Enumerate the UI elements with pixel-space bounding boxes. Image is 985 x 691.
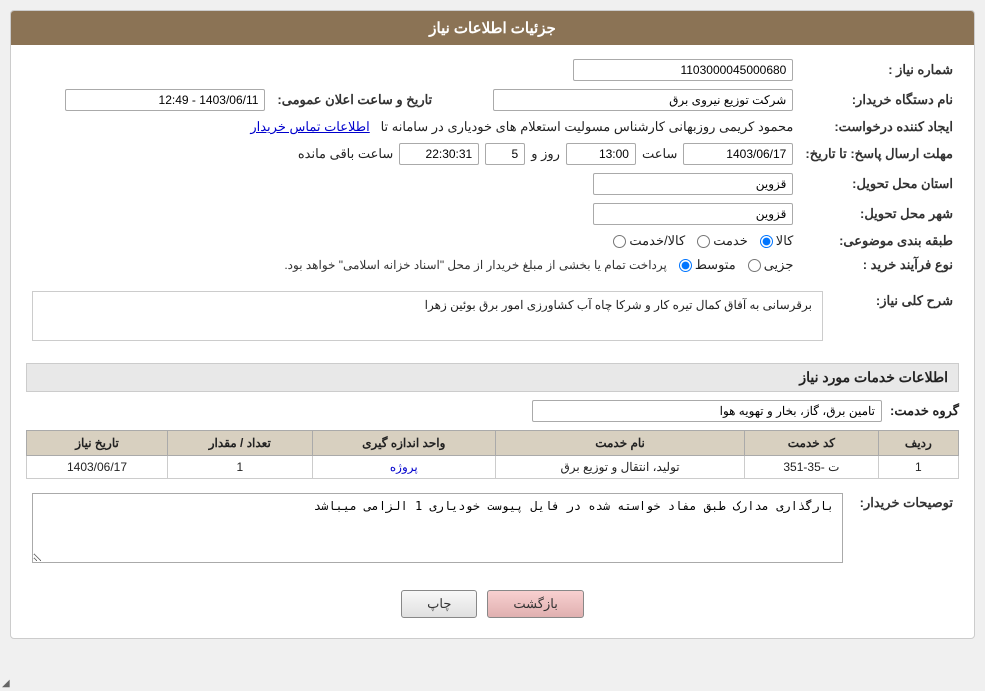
radio-kala[interactable] — [760, 235, 773, 248]
namDastgah-input[interactable] — [493, 89, 793, 111]
shahr-input[interactable] — [593, 203, 793, 225]
col-radif: ردیف — [878, 431, 958, 456]
namDastgah-label: نام دستگاه خریدار: — [799, 85, 959, 115]
tarikhAelan-label: تاریخ و ساعت اعلان عمومی: — [271, 85, 438, 115]
tosifKharidar-textarea[interactable] — [32, 493, 843, 563]
col-kod: کد خدمت — [745, 431, 879, 456]
mohlat-baqi-label: ساعت باقی مانده — [298, 146, 393, 162]
mohlat-baqi-input[interactable] — [399, 143, 479, 165]
radio-motavasset-label: متوسط — [695, 257, 736, 273]
col-tarikh: تاریخ نیاز — [27, 431, 168, 456]
grohKhadamat-input[interactable] — [532, 400, 882, 422]
khadamat-header-text: اطلاعات خدمات مورد نیاز — [799, 369, 948, 385]
tosifKharidar-label: توصیحات خریدار: — [849, 489, 959, 570]
cell-nam: تولید، انتقال و توزیع برق — [495, 456, 744, 479]
sharh-koli-table: شرح کلی نیاز: برقرسانی به آفاق کمال تیره… — [26, 287, 959, 353]
mohlat-roz-input[interactable] — [485, 143, 525, 165]
noefarayand-label: نوع فرآیند خرید : — [799, 253, 959, 277]
radio-kalaKhadamat[interactable] — [613, 235, 626, 248]
radio-jozi[interactable] — [748, 259, 761, 272]
tosifKharidar-cell — [26, 489, 849, 570]
sharhKoli-cell: برقرسانی به آفاق کمال تیره کار و شرکا چا… — [26, 287, 829, 353]
mohlat-label: مهلت ارسال پاسخ: تا تاریخ: — [799, 139, 959, 169]
ijadKonande-label: ایجاد کننده درخواست: — [799, 115, 959, 139]
back-button[interactable]: بازگشت — [487, 590, 583, 618]
mohlat-cell: ساعت روز و ساعت باقی مانده — [26, 139, 799, 169]
shahr-cell — [438, 199, 799, 229]
ostan-cell — [438, 169, 799, 199]
noefarayand-text: پرداخت تمام یا بخشی از مبلغ خریدار از مح… — [284, 258, 667, 272]
radio-jozi-label: جزیی — [764, 257, 794, 273]
shomareNiaz-label: شماره نیاز : — [799, 55, 959, 85]
radio-jozi-item: جزیی — [748, 257, 794, 273]
radio-motavasset[interactable] — [679, 259, 692, 272]
ostan-label: استان محل تحویل: — [799, 169, 959, 199]
cell-tarikh: 1403/06/17 — [27, 456, 168, 479]
radio-kalaKhadamat-item: کالا/خدمت — [613, 233, 685, 249]
mohlat-roz-label: روز و — [531, 146, 560, 162]
mohlat-time-input[interactable] — [566, 143, 636, 165]
cell-radif: 1 — [878, 456, 958, 479]
radio-khadamat-label: خدمت — [713, 233, 748, 249]
mohlat-time-label: ساعت — [642, 146, 677, 162]
sharhKoli-label: شرح کلی نیاز: — [829, 287, 959, 353]
radio-kala-item: کالا — [760, 233, 794, 249]
tamas-link[interactable]: اطلاعات تماس خریدار — [250, 119, 369, 134]
sharhKoli-value: برقرسانی به آفاق کمال تیره کار و شرکا چا… — [425, 298, 812, 312]
col-vahed: واحد اندازه گیری — [312, 431, 495, 456]
header-title: جزئیات اطلاعات نیاز — [429, 20, 556, 37]
cell-tedad: 1 — [168, 456, 313, 479]
tarighe-label: طبقه بندی موضوعی: — [799, 229, 959, 253]
noefarayand-cell: جزیی متوسط پرداخت تمام یا بخشی از مبلغ خ… — [26, 253, 799, 277]
tarighe-cell: کالا خدمت کالا/خدمت — [26, 229, 799, 253]
col-tedad: تعداد / مقدار — [168, 431, 313, 456]
namDastgah-cell — [438, 85, 799, 115]
mohlat-date-input[interactable] — [683, 143, 793, 165]
service-table: ردیف کد خدمت نام خدمت واحد اندازه گیری ت… — [26, 430, 959, 479]
tarikhAelan-cell — [26, 85, 271, 115]
groh-khadamat-row: گروه خدمت: — [26, 400, 959, 422]
radio-motavasset-item: متوسط — [679, 257, 736, 273]
button-row: بازگشت چاپ — [26, 580, 959, 628]
info-table: شماره نیاز : نام دستگاه خریدار: تاریخ و … — [26, 55, 959, 277]
radio-kalaKhadamat-label: کالا/خدمت — [629, 233, 685, 249]
shahr-label: شهر محل تحویل: — [799, 199, 959, 229]
ijadKonande-cell: محمود کریمی روزبهانی کارشناس مسولیت استع… — [26, 115, 799, 139]
khadamat-section-header: اطلاعات خدمات مورد نیاز — [26, 363, 959, 392]
grohKhadamat-label: گروه خدمت: — [890, 403, 959, 419]
sharhKoli-box: برقرسانی به آفاق کمال تیره کار و شرکا چا… — [32, 291, 823, 341]
tosif-table: توصیحات خریدار: — [26, 489, 959, 570]
cell-kod: ت -35-351 — [745, 456, 879, 479]
radio-kala-label: کالا — [776, 233, 794, 249]
ijadKonande-text: محمود کریمی روزبهانی کارشناس مسولیت استع… — [381, 119, 794, 134]
table-row: 1ت -35-351تولید، انتقال و توزیع برقپروژه… — [27, 456, 959, 479]
cell-vahed: پروژه — [312, 456, 495, 479]
radio-khadamat-item: خدمت — [697, 233, 748, 249]
page-header: جزئیات اطلاعات نیاز — [11, 11, 974, 45]
col-nam: نام خدمت — [495, 431, 744, 456]
tarikhAelan-input[interactable] — [65, 89, 265, 111]
shomareNiaz-cell — [438, 55, 799, 85]
shomareNiaz-input[interactable] — [573, 59, 793, 81]
radio-khadamat[interactable] — [697, 235, 710, 248]
print-button[interactable]: چاپ — [401, 590, 477, 618]
ostan-input[interactable] — [593, 173, 793, 195]
